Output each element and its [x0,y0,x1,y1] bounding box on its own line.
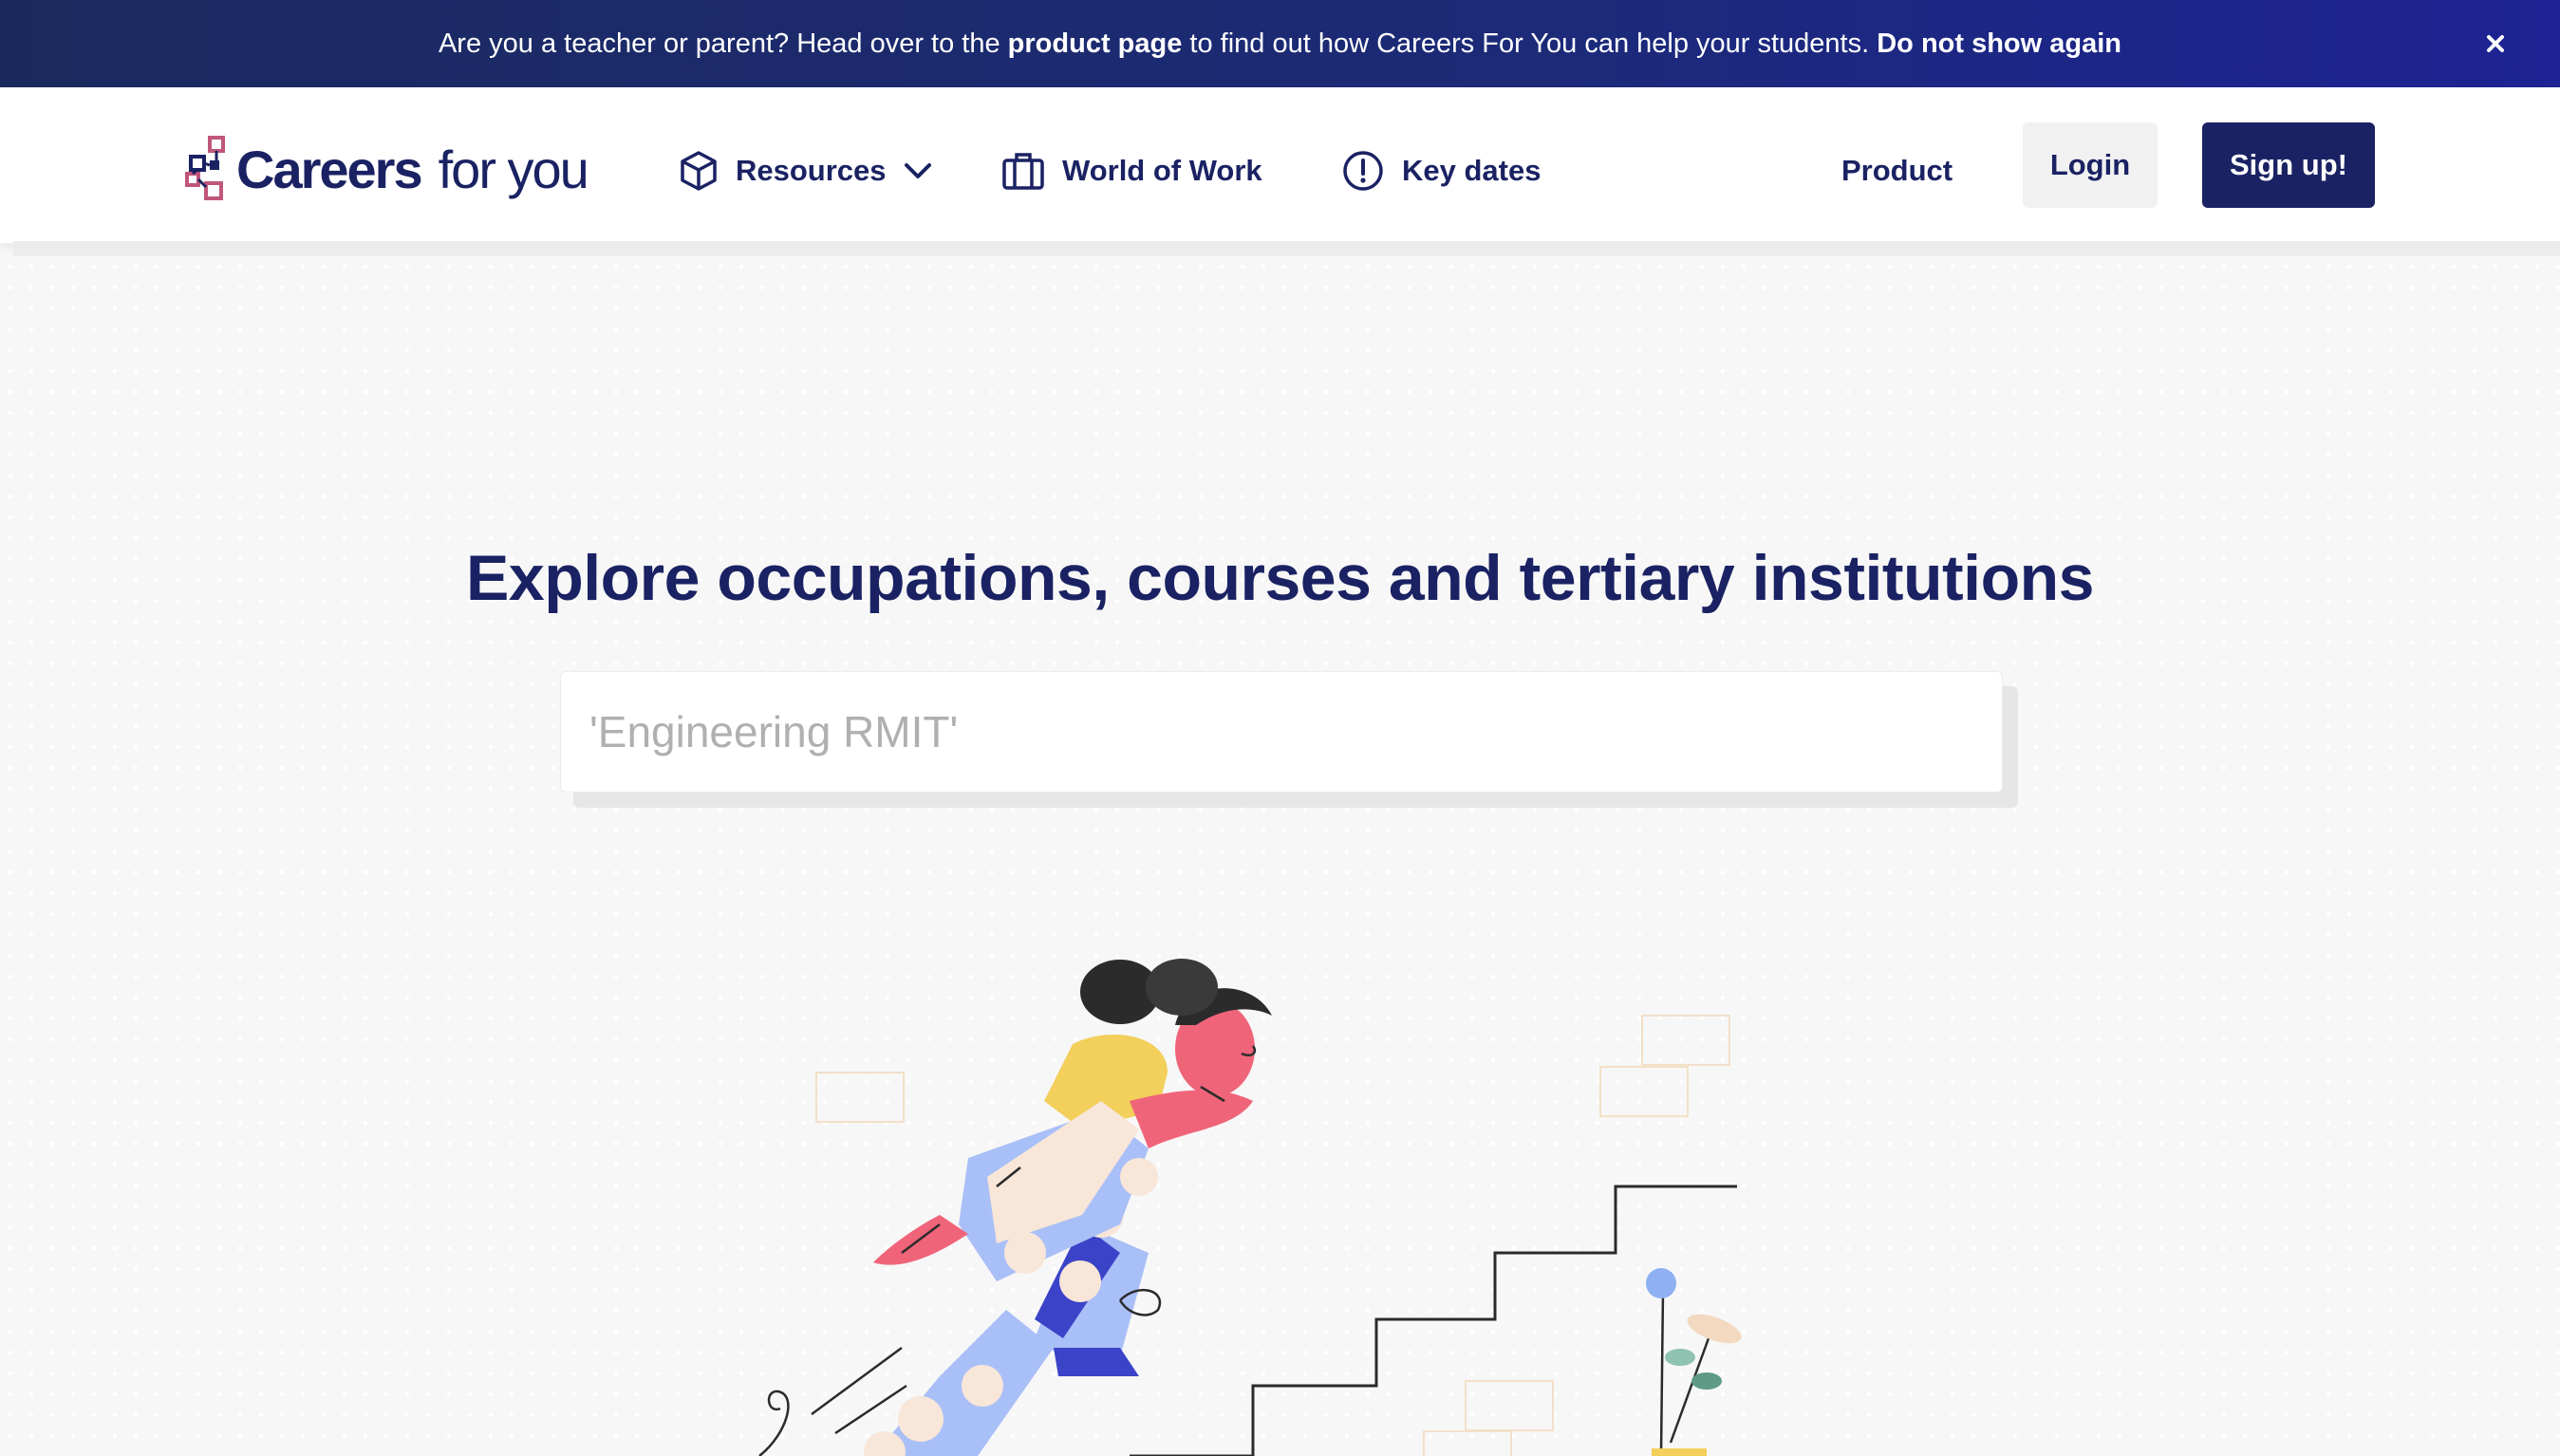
header-divider [13,241,2560,256]
logo[interactable]: Careers for you [185,131,589,207]
nav-world-of-work-label: World of Work [1062,154,1262,187]
sign-up-button[interactable]: Sign up! [2202,122,2375,208]
banner-close-button[interactable] [2476,25,2514,63]
nav-key-dates[interactable]: Key dates [1341,144,1541,197]
hero-illustration [758,959,1742,1456]
close-icon [2487,35,2504,52]
site-header: Careers for you Resources World of Work K… [0,87,2560,243]
nav-resources-label: Resources [736,154,887,187]
nav-product-label: Product [1841,154,1953,187]
product-page-link[interactable]: product page [1008,28,1183,59]
banner-message: Are you a teacher or parent? Head over t… [439,28,2121,60]
do-not-show-again-link[interactable]: Do not show again [1877,28,2121,59]
nav-key-dates-label: Key dates [1402,154,1542,187]
briefcase-icon [1002,153,1044,190]
search-input[interactable] [560,671,2003,793]
exclamation-circle-icon [1343,151,1383,191]
nav-world-of-work[interactable]: World of Work [1001,144,1262,197]
logo-text-bold: Careers [236,139,423,199]
banner-text-start: Are you a teacher or parent? Head over t… [438,28,1008,59]
logo-mark-icon [185,136,225,200]
banner-text-end: to find out how Careers For You can help… [1182,28,1878,59]
page-title: Explore occupations, courses and tertiar… [466,542,2094,614]
login-button[interactable]: Login [2023,122,2158,208]
nav-resources[interactable]: Resources [679,144,932,197]
cube-icon [681,151,717,191]
girl-figure [864,959,1272,1456]
chevron-down-icon [904,163,931,178]
plant [1646,1268,1742,1456]
nav-product[interactable]: Product [1841,144,1953,197]
logo-text-regular: for you [438,139,589,199]
announcement-banner: Are you a teacher or parent? Head over t… [0,0,2560,87]
stairs [1130,1185,1737,1456]
